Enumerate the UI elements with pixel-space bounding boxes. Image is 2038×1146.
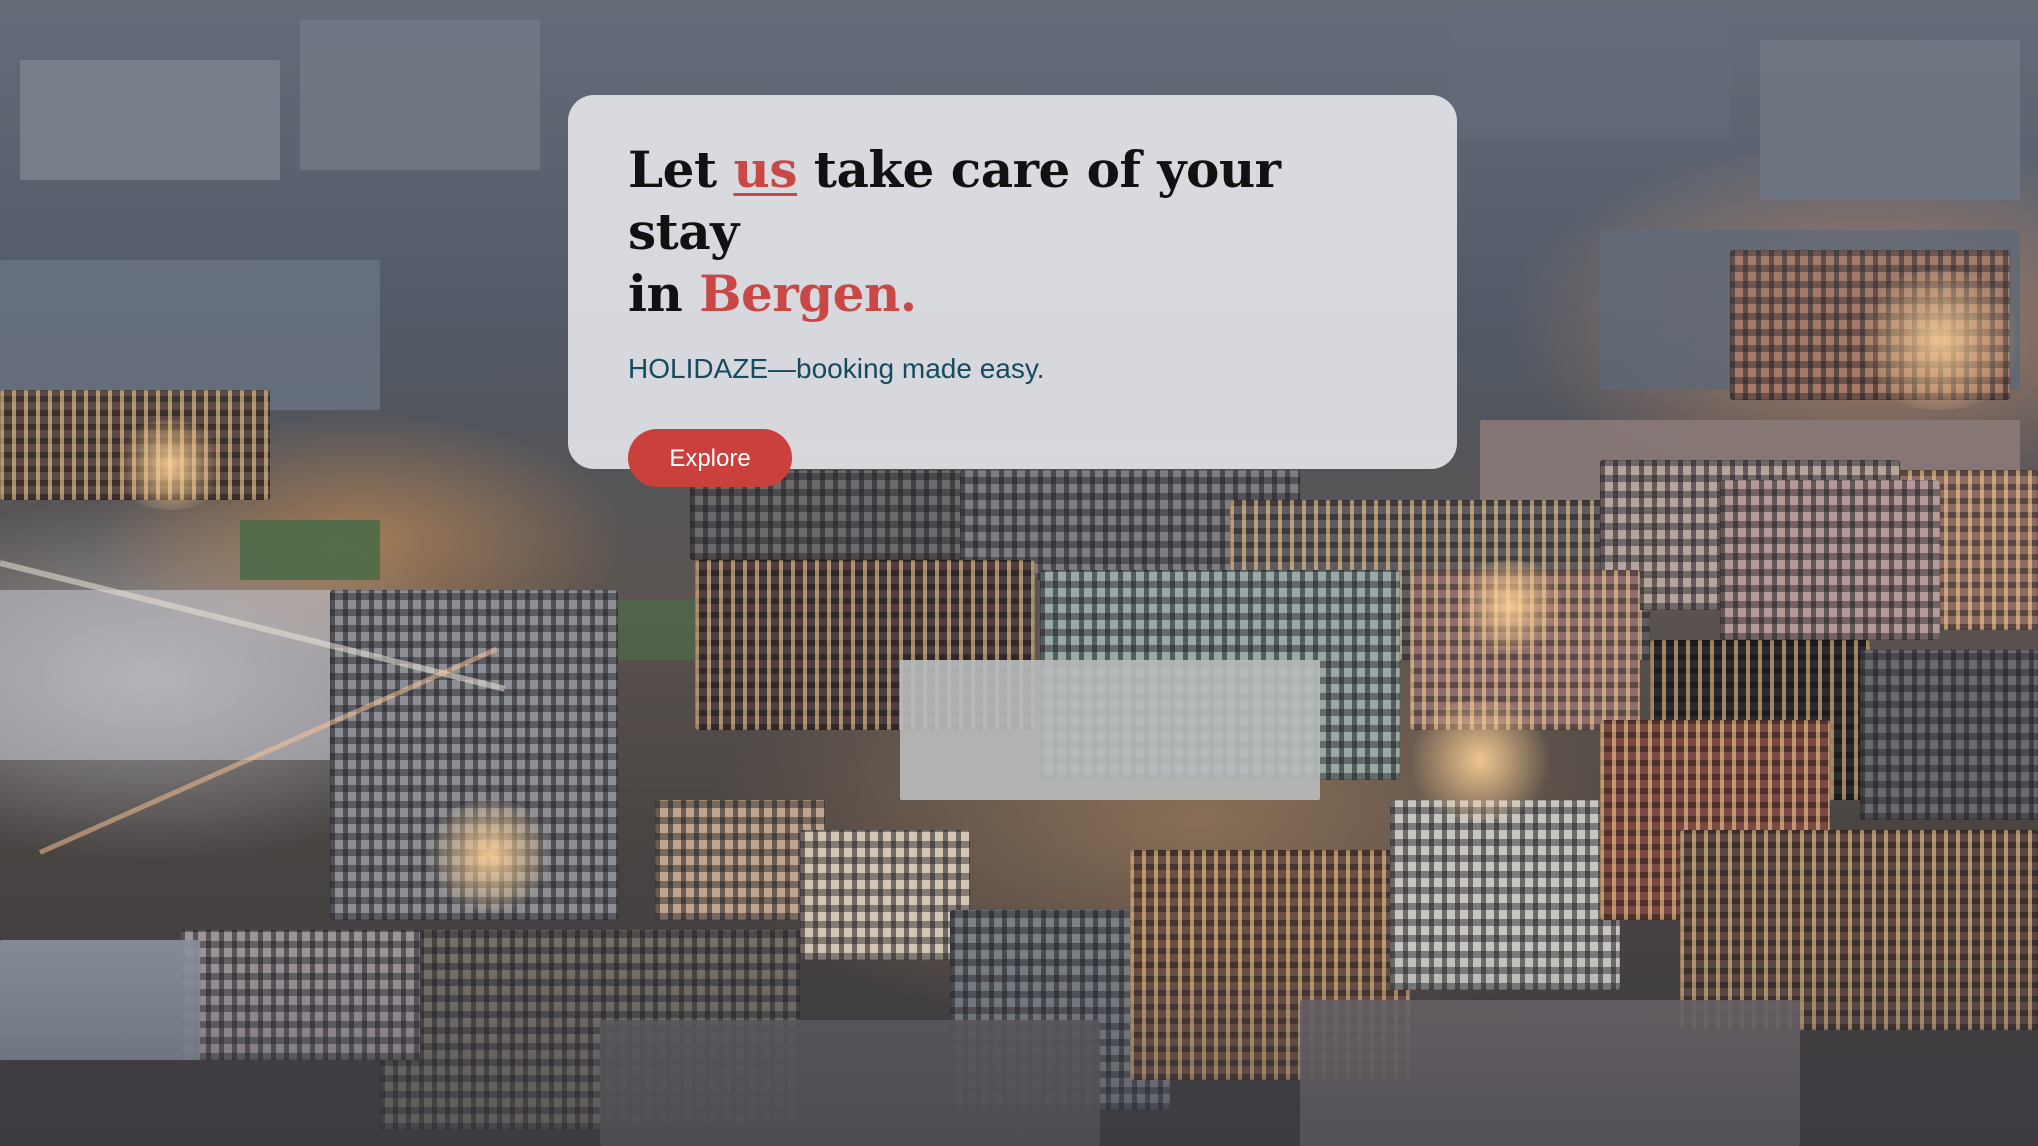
hero-section: Let us take care of your stay in Bergen. … [0, 0, 2038, 1146]
hero-headline: Let us take care of your stay in Bergen. [628, 139, 1397, 325]
hero-card: Let us take care of your stay in Bergen. … [568, 95, 1457, 487]
headline-text: in [628, 264, 700, 323]
hero-tagline: HOLIDAZE—booking made easy. [628, 353, 1045, 384]
headline-highlight-us: us [733, 140, 797, 199]
headline-highlight-city: Bergen. [699, 264, 917, 323]
headline-text: Let [628, 140, 734, 199]
explore-button[interactable]: Explore [628, 429, 792, 487]
